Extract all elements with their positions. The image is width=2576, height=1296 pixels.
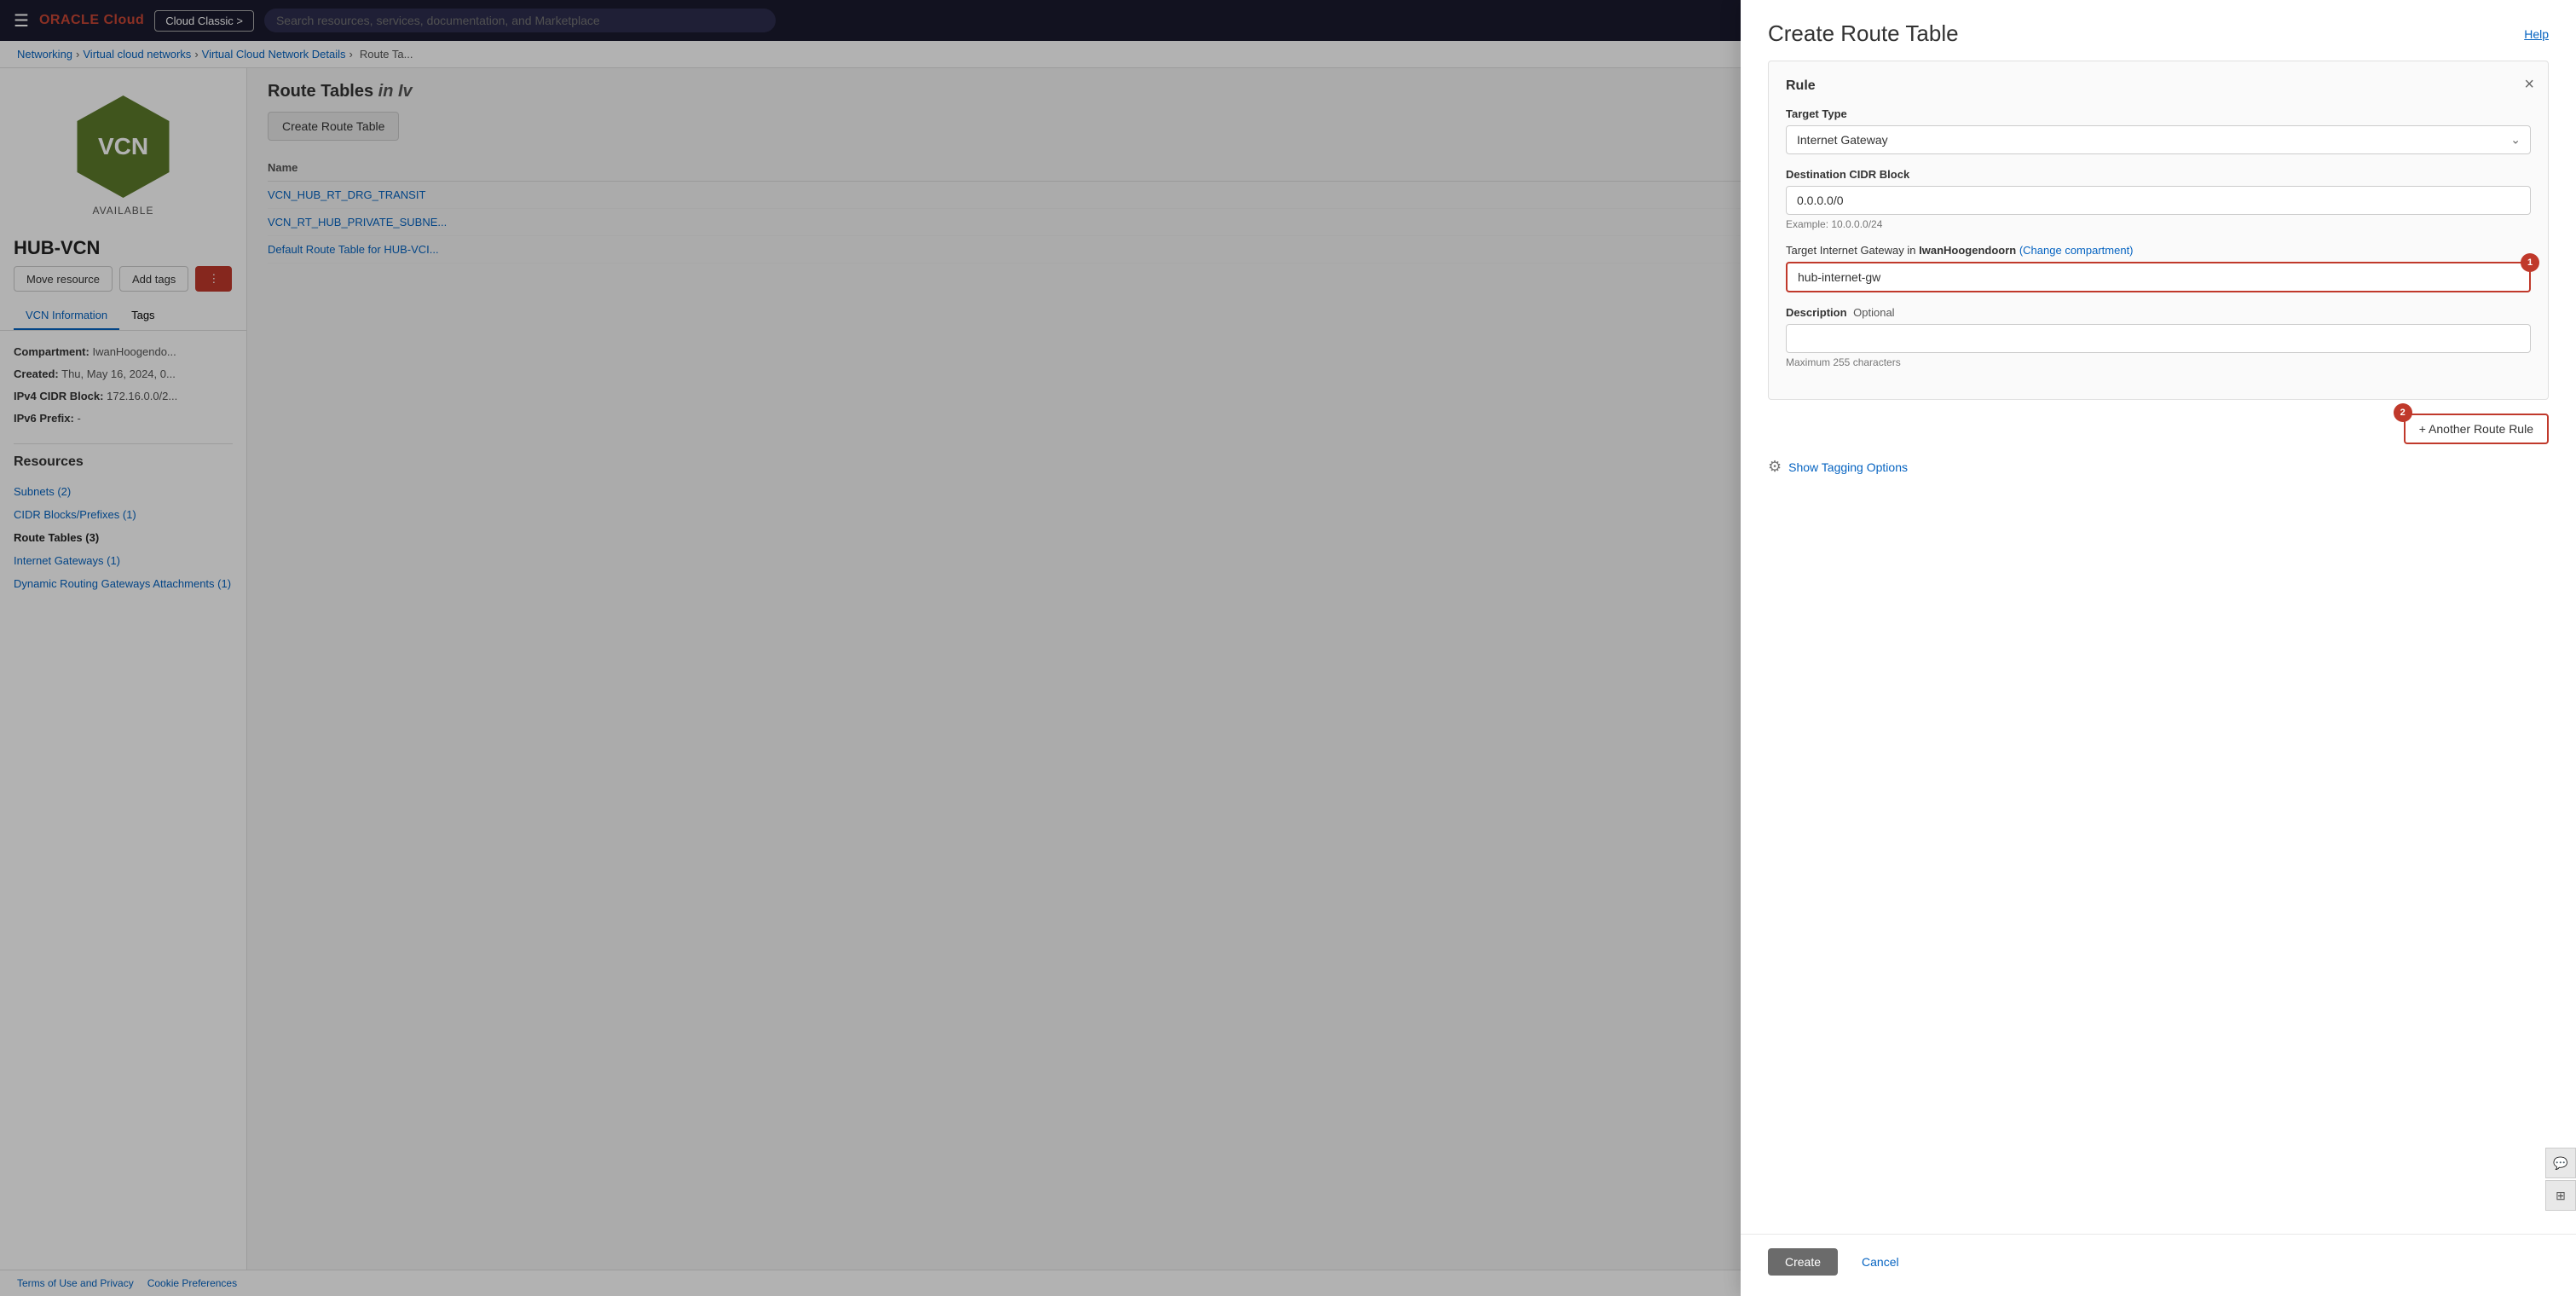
modal-body: Rule × Target Type Internet Gateway NAT … <box>1741 47 2576 1234</box>
another-rule-wrapper: 2 + Another Route Rule <box>1768 414 2549 444</box>
target-type-group: Target Type Internet Gateway NAT Gateway… <box>1786 107 2531 154</box>
rule-title: Rule <box>1786 78 2531 94</box>
dest-cidr-input[interactable] <box>1786 186 2531 215</box>
rule-close-button[interactable]: × <box>2524 75 2534 95</box>
change-compartment-link[interactable]: (Change compartment) <box>2019 244 2134 257</box>
dest-cidr-group: Destination CIDR Block Example: 10.0.0.0… <box>1786 168 2531 230</box>
side-icons: 💬 ⊞ <box>2545 1148 2576 1211</box>
description-hint: Maximum 255 characters <box>1786 356 2531 368</box>
help-link[interactable]: Help <box>2524 27 2549 41</box>
side-icon-grid[interactable]: ⊞ <box>2545 1180 2576 1211</box>
dest-cidr-label: Destination CIDR Block <box>1786 168 2531 181</box>
modal-title: Create Route Table <box>1768 20 1959 47</box>
description-label: Description Optional <box>1786 306 2531 319</box>
gateway-select[interactable]: hub-internet-gw <box>1788 263 2529 291</box>
tagging-row: ⚙ Show Tagging Options <box>1768 458 2549 476</box>
step-badge-1: 1 <box>2521 253 2539 272</box>
rule-section: Rule × Target Type Internet Gateway NAT … <box>1768 61 2549 400</box>
side-icon-chat[interactable]: 💬 <box>2545 1148 2576 1178</box>
modal-header: Create Route Table Help <box>1741 0 2576 47</box>
modal-footer: Create Cancel <box>1741 1234 2576 1296</box>
dest-cidr-hint: Example: 10.0.0.0/24 <box>1786 218 2531 230</box>
target-type-label: Target Type <box>1786 107 2531 120</box>
target-gateway-group: Target Internet Gateway in IwanHoogendoo… <box>1786 244 2531 292</box>
modal-overlay: Create Route Table Help Rule × Target Ty… <box>0 0 2576 1296</box>
create-button[interactable]: Create <box>1768 1248 1838 1276</box>
another-route-rule-button[interactable]: + Another Route Rule <box>2404 414 2549 444</box>
target-type-select[interactable]: Internet Gateway NAT Gateway Service Gat… <box>1786 125 2531 154</box>
create-route-table-modal: Create Route Table Help Rule × Target Ty… <box>1741 0 2576 1296</box>
target-gateway-label: Target Internet Gateway in IwanHoogendoo… <box>1786 244 2531 257</box>
step-badge-2: 2 <box>2394 403 2412 422</box>
description-input[interactable] <box>1786 324 2531 353</box>
description-group: Description Optional Maximum 255 charact… <box>1786 306 2531 368</box>
target-type-select-wrapper: Internet Gateway NAT Gateway Service Gat… <box>1786 125 2531 154</box>
show-tagging-options-link[interactable]: Show Tagging Options <box>1788 460 1908 474</box>
cancel-button[interactable]: Cancel <box>1848 1248 1913 1276</box>
tagging-icon: ⚙ <box>1768 458 1782 476</box>
gateway-select-wrapper: 1 hub-internet-gw <box>1786 262 2531 292</box>
